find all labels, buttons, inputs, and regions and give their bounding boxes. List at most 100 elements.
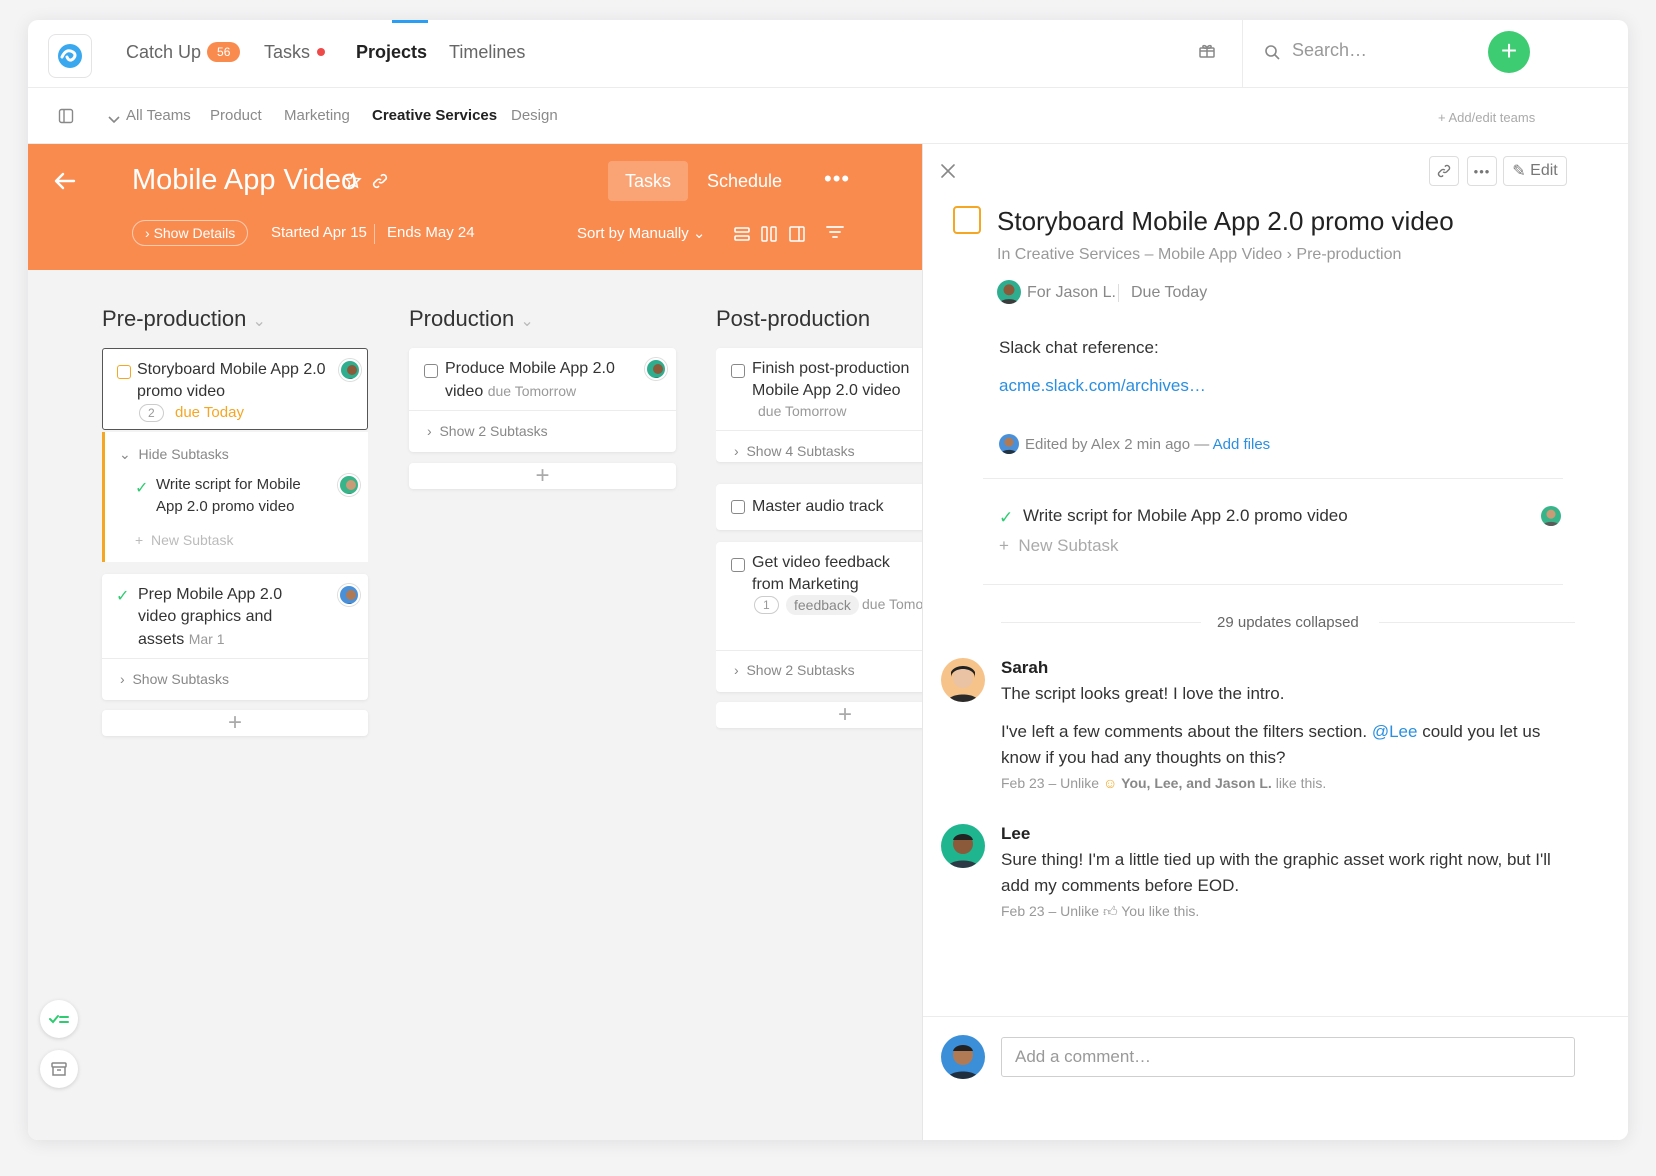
nav-catch-up[interactable]: Catch Up 56 <box>126 42 241 63</box>
show-subtasks-button[interactable]: › Show Subtasks <box>120 671 229 687</box>
checkmark-icon[interactable]: ✓ <box>135 478 148 498</box>
tab-schedule[interactable]: Schedule <box>690 161 799 201</box>
divider <box>1001 622 1201 623</box>
team-creative-services[interactable]: Creative Services <box>372 107 497 124</box>
team-marketing[interactable]: Marketing <box>284 107 350 124</box>
task-card[interactable]: Get video feedback from Marketing 1 feed… <box>716 542 922 692</box>
my-tasks-icon[interactable] <box>40 1000 78 1038</box>
split-view-icon[interactable] <box>789 226 805 247</box>
copy-link-button[interactable] <box>1429 156 1459 186</box>
gift-icon[interactable] <box>1198 41 1216 64</box>
description-link[interactable]: acme.slack.com/archives… <box>999 376 1206 396</box>
close-icon[interactable] <box>941 164 955 183</box>
comment-count-badge[interactable]: 1 <box>754 596 779 614</box>
back-arrow-icon[interactable] <box>54 172 76 195</box>
subtask-panel: ⌄ Hide Subtasks ✓ Write script for Mobil… <box>102 432 368 562</box>
nav-timelines[interactable]: Timelines <box>449 42 525 63</box>
show-details-button[interactable]: › Show Details <box>132 220 249 246</box>
unlike-button[interactable]: Feb 23 – Unlike <box>1001 775 1099 791</box>
task-checkbox[interactable] <box>731 364 745 378</box>
task-card[interactable]: Finish post-production Mobile App 2.0 vi… <box>716 348 922 462</box>
link-icon[interactable] <box>372 173 388 194</box>
likes-users[interactable]: You, Lee, and Jason L. <box>1121 775 1272 791</box>
add-edit-teams-link[interactable]: + Add/edit teams <box>1438 110 1535 125</box>
star-icon[interactable] <box>344 172 362 195</box>
task-checkbox[interactable] <box>424 364 438 378</box>
user-mention[interactable]: @Lee <box>1372 722 1418 741</box>
task-breadcrumb[interactable]: In Creative Services – Mobile App Video … <box>997 246 1401 264</box>
task-checkbox[interactable] <box>117 365 131 379</box>
divider <box>1242 20 1243 88</box>
team-all-teams[interactable]: All Teams <box>126 107 191 124</box>
assignee-avatar[interactable] <box>338 584 360 606</box>
comment-input[interactable]: Add a comment… <box>1001 1037 1575 1077</box>
task-checkbox[interactable] <box>731 500 745 514</box>
task-complete-checkbox[interactable] <box>953 206 981 234</box>
task-card[interactable]: Master audio track <box>716 484 922 530</box>
description-text: Slack chat reference: <box>999 338 1159 357</box>
add-task-button[interactable]: + <box>409 462 676 489</box>
divider <box>409 410 676 411</box>
unlike-button[interactable]: Feb 23 – Unlike <box>1001 903 1099 919</box>
task-due-date: due Tomorrow <box>487 383 577 399</box>
sidebar-toggle-icon[interactable] <box>58 108 74 129</box>
more-options-button[interactable]: ••• <box>1467 156 1497 186</box>
assignee-avatar[interactable] <box>997 280 1021 304</box>
collapsed-updates-button[interactable]: 29 updates collapsed <box>1217 614 1359 631</box>
filter-icon[interactable] <box>826 224 844 245</box>
app-logo[interactable] <box>48 34 92 78</box>
show-subtasks-button[interactable]: › Show 4 Subtasks <box>734 443 855 459</box>
add-task-button[interactable]: + <box>102 709 368 736</box>
divider <box>1118 284 1119 302</box>
show-subtasks-button[interactable]: › Show 2 Subtasks <box>427 423 548 439</box>
task-checkbox[interactable] <box>731 558 745 572</box>
subtask-assignee-avatar[interactable] <box>338 474 360 496</box>
column-header-pre-production[interactable]: Pre-production ⌄ <box>102 306 266 332</box>
tab-tasks[interactable]: Tasks <box>608 161 689 201</box>
new-subtask-button[interactable]: + New Subtask <box>135 532 233 548</box>
more-options-icon[interactable]: ••• <box>824 166 850 192</box>
nav-tasks[interactable]: Tasks <box>264 42 326 63</box>
task-card[interactable]: Produce Mobile App 2.0 video due Tomorro… <box>409 348 676 452</box>
task-title: Storyboard Mobile App 2.0 promo video <box>137 361 326 400</box>
new-subtask-button[interactable]: + New Subtask <box>999 536 1119 556</box>
subtask-assignee-avatar[interactable] <box>1541 506 1561 526</box>
team-design[interactable]: Design <box>511 107 558 124</box>
nav-projects[interactable]: Projects <box>356 42 427 63</box>
show-subtasks-button[interactable]: › Show 2 Subtasks <box>734 662 855 678</box>
top-navigation: Catch Up 56 Tasks Projects Timelines Sear… <box>28 20 1628 88</box>
subtask-title[interactable]: Write script for Mobile App 2.0 promo vi… <box>1023 506 1348 526</box>
archive-icon[interactable] <box>40 1050 78 1088</box>
checkmark-icon[interactable]: ✓ <box>999 508 1013 528</box>
comment-author[interactable]: Lee <box>1001 824 1030 844</box>
comment-count-badge[interactable]: 2 <box>139 404 164 422</box>
task-card-selected[interactable]: Storyboard Mobile App 2.0 promo video 2 … <box>102 348 368 430</box>
tag-badge[interactable]: feedback <box>786 595 859 615</box>
sort-dropdown[interactable]: Sort by Manually ⌄ <box>577 224 705 242</box>
list-view-icon[interactable] <box>734 226 750 247</box>
comment-meta: Feb 23 – Unlike ☺ You, Lee, and Jason L.… <box>1001 775 1326 791</box>
add-button[interactable]: + <box>1488 31 1530 73</box>
team-product[interactable]: Product <box>210 107 262 124</box>
comment-author[interactable]: Sarah <box>1001 658 1048 678</box>
assignee-label[interactable]: For Jason L. <box>1027 284 1116 302</box>
smile-icon: ☺ <box>1102 775 1118 791</box>
checkmark-icon[interactable]: ✓ <box>116 586 129 606</box>
board-view-icon[interactable] <box>761 226 777 247</box>
add-files-link[interactable]: Add files <box>1213 436 1271 453</box>
task-card[interactable]: ✓ Prep Mobile App 2.0 video graphics and… <box>102 574 368 700</box>
assignee-avatar[interactable] <box>645 358 667 380</box>
column-header-production[interactable]: Production ⌄ <box>409 306 534 332</box>
commenter-avatar <box>941 658 985 702</box>
show-subtasks-label: Show Subtasks <box>132 671 229 687</box>
column-header-post-production[interactable]: Post-production <box>716 306 870 332</box>
search-input[interactable]: Search… <box>1292 40 1367 61</box>
edit-history: Edited by Alex 2 min ago — Add files <box>1025 436 1270 453</box>
add-task-button[interactable]: + <box>716 701 922 728</box>
due-date-label[interactable]: Due Today <box>1131 284 1207 302</box>
task-due-date: due Tomorrow <box>862 596 922 612</box>
edit-button[interactable]: ✎ Edit <box>1503 156 1567 186</box>
new-subtask-label: New Subtask <box>1018 536 1119 555</box>
assignee-avatar[interactable] <box>339 359 361 381</box>
hide-subtasks-button[interactable]: ⌄ Hide Subtasks <box>119 446 229 463</box>
